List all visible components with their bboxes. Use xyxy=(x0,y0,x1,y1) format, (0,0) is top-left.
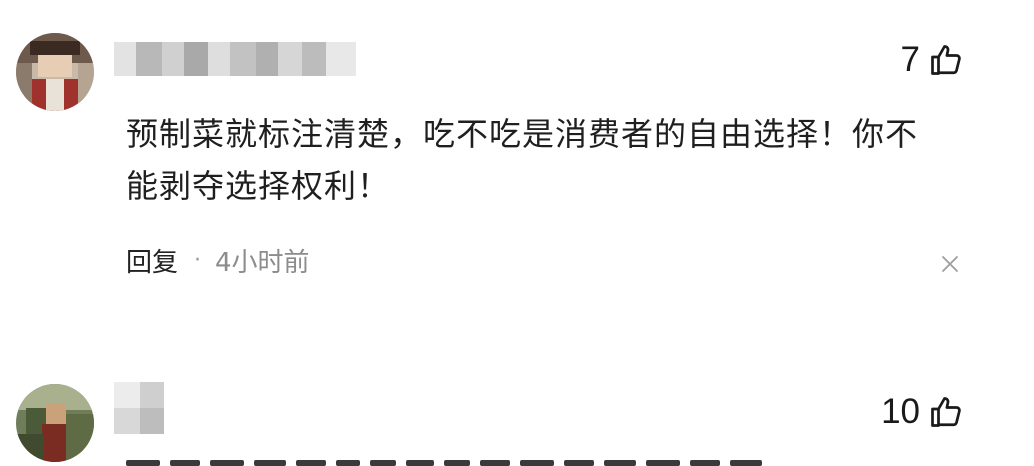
like-count: 10 xyxy=(881,392,920,431)
comment-text-line-2: 能剥夺选择权利！ xyxy=(126,167,391,205)
close-icon xyxy=(942,256,958,272)
avatar[interactable] xyxy=(16,384,94,462)
thumbs-up-icon xyxy=(928,394,964,430)
close-button[interactable] xyxy=(940,254,960,274)
avatar[interactable] xyxy=(16,33,94,111)
comment-item: 7 预制菜就标注清楚，吃不吃是消费者的自由选择！你不 能剥夺选择权利！ 回复 ·… xyxy=(0,0,1034,330)
like-button[interactable]: 10 xyxy=(881,392,964,432)
separator-dot: · xyxy=(194,247,202,273)
thumbs-up-icon xyxy=(928,42,964,78)
like-button[interactable]: 7 xyxy=(901,40,964,80)
comment-text: 预制菜就标注清楚，吃不吃是消费者的自由选择！你不 能剥夺选择权利！ xyxy=(126,108,986,212)
comment-item: 10 xyxy=(0,370,1034,466)
timestamp: 4小时前 xyxy=(215,247,310,278)
username-blurred[interactable] xyxy=(114,382,164,434)
comment-text-line-1: 预制菜就标注清楚，吃不吃是消费者的自由选择！你不 xyxy=(126,115,919,153)
comment-text-cropped xyxy=(126,460,762,466)
like-count: 7 xyxy=(900,40,920,79)
comment-meta: 回复 · 4小时前 xyxy=(126,242,310,278)
username-blurred[interactable] xyxy=(114,42,356,76)
reply-button[interactable]: 回复 xyxy=(126,242,178,279)
